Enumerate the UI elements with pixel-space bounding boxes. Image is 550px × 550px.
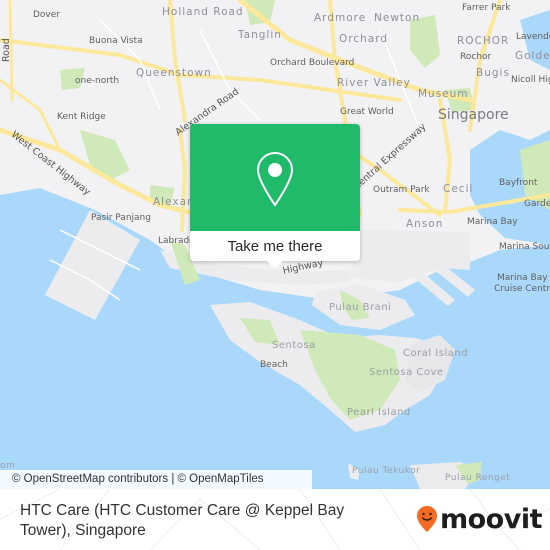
map-label-kent-ridge: Kent Ridge: [57, 112, 106, 122]
map-label-rochor: Rochor: [460, 52, 492, 62]
map-label-tanglin: Tanglin: [238, 29, 282, 41]
map-label-buona-vista: Buona Vista: [89, 36, 143, 46]
map-label-nicoll-highway: Nicoll Hig: [511, 75, 550, 85]
map-label-alexandra: Alexan: [153, 196, 195, 208]
map-label-beach: Beach: [260, 360, 288, 370]
map-label-anson: Anson: [406, 218, 444, 230]
map-label-holland-road: Holland Road: [162, 6, 244, 18]
map-label-museum: Museum: [418, 88, 469, 100]
footer: HTC Care (HTC Customer Care @ Keppel Bay…: [0, 489, 550, 550]
map-label-pearl-island: Pearl Island: [347, 407, 411, 418]
map-label-river-valley: River Valley: [337, 77, 411, 89]
map-label-sentosa: Sentosa: [272, 340, 316, 351]
moovit-wordmark: moovit: [440, 503, 543, 535]
map-label-pulau-renget: Pulau Renget: [445, 473, 511, 483]
map-label-pulau-tekukor: Pulau Tekukor: [352, 466, 421, 476]
map-label-sentosa-cove: Sentosa Cove: [369, 367, 444, 378]
map-label-marina-bay: Marina Bay: [467, 217, 518, 227]
map-label-one-north: one-north: [75, 76, 120, 86]
popup-pointer: [266, 260, 284, 269]
map-label-rochor-district: ROCHOR: [457, 35, 510, 47]
take-me-there-button[interactable]: Take me there: [190, 231, 360, 261]
map[interactable]: Dover Holland Road Tanglin Ardmore Newto…: [0, 0, 550, 489]
map-label-newton: Newton: [374, 12, 421, 24]
map-pin-icon: [256, 151, 294, 207]
map-label-queenstown: Queenstown: [136, 67, 212, 79]
map-label-road-vertical: Road: [1, 38, 12, 62]
map-label-pasir-panjang: Pasir Panjang: [91, 213, 151, 223]
map-label-pulau-brani: Pulau Brani: [329, 302, 392, 313]
map-label-orchard: Orchard: [339, 33, 389, 45]
place-title: HTC Care (HTC Customer Care @ Keppel Bay…: [20, 502, 345, 539]
map-label-golden: Golden: [515, 50, 550, 62]
map-label-lavender: Lavender: [516, 32, 550, 42]
map-label-dover: Dover: [33, 10, 60, 20]
map-label-marina-south: Marina South: [499, 242, 550, 252]
map-label-gardens: Garde: [524, 199, 550, 209]
moovit-smiley-pin-icon: [417, 506, 437, 532]
map-label-bayfront: Bayfront: [499, 178, 538, 188]
map-label-cecil: Cecil: [443, 183, 474, 195]
map-label-outram-park: Outram Park: [373, 185, 430, 195]
map-label-orchard-boulevard: Orchard Boulevard: [270, 58, 355, 68]
map-label-ardmore: Ardmore: [314, 12, 367, 24]
map-label-cruise-centre-line1: Marina Bay: [497, 273, 548, 283]
popup-header[interactable]: [190, 124, 360, 231]
location-popup[interactable]: Take me there: [190, 124, 360, 269]
map-label-farrer-park: Farrer Park: [462, 3, 511, 13]
map-label-bugis: Bugis: [476, 67, 510, 79]
map-label-cruise-centre-line2: Cruise Centre: [494, 284, 550, 294]
map-label-coral-island: Coral Island: [403, 348, 469, 359]
map-label-great-world: Great World: [340, 107, 394, 117]
map-attribution[interactable]: © OpenStreetMap contributors | © OpenMap…: [0, 470, 312, 489]
map-label-singapore: Singapore: [438, 107, 509, 123]
moovit-logo[interactable]: moovit: [416, 503, 543, 535]
